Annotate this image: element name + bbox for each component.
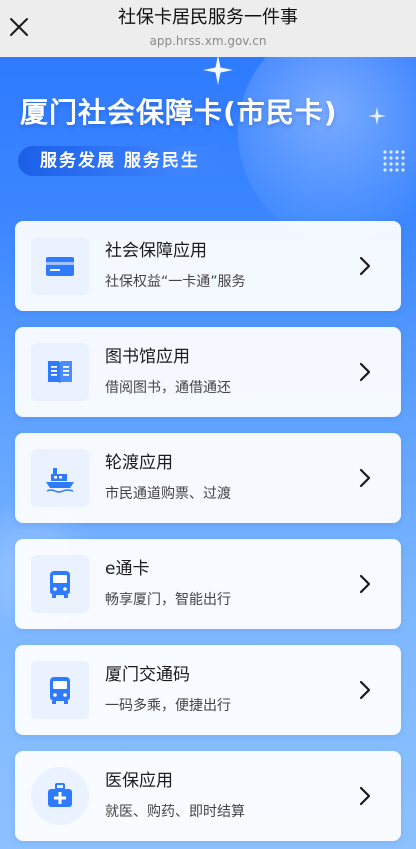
card-subtitle: 畅享厦门，智能出行 (105, 592, 231, 608)
bus-icon (50, 571, 70, 598)
card-library[interactable]: 图书馆应用 借阅图书，通借通还 (15, 327, 401, 417)
chevron-right-icon (359, 786, 371, 806)
icon-container (31, 237, 89, 295)
chevron-right-icon (359, 680, 371, 700)
card-subtitle: 就医、购药、即时结算 (105, 804, 245, 820)
icon-container (31, 767, 89, 825)
card-social-security[interactable]: 社会保障应用 社保权益“一卡通”服务 (15, 221, 401, 311)
chevron-right-icon (359, 574, 371, 594)
sparkle-icon (368, 107, 386, 125)
book-icon (48, 361, 72, 384)
top-bar: 社保卡居民服务一件事 app.hrss.xm.gov.cn (0, 0, 416, 57)
slogan-banner: 服务发展 服务民生 (18, 146, 248, 176)
card-e-tong-card[interactable]: e通卡 畅享厦门，智能出行 (15, 539, 401, 629)
card-medical-insurance[interactable]: 医保应用 就医、购药、即时结算 (15, 751, 401, 841)
card-title: 社会保障应用 (105, 241, 207, 261)
card-title: e通卡 (105, 559, 150, 579)
bank-card-icon (46, 257, 74, 276)
card-ferry[interactable]: 轮渡应用 市民通道购票、过渡 (15, 433, 401, 523)
card-title: 厦门交通码 (105, 665, 190, 685)
main-page: 厦门社会保障卡(市民卡) 服务发展 服务民生 社会保障应用 社保权益“一卡通”服… (0, 57, 416, 849)
chevron-right-icon (359, 468, 371, 488)
window-title: 社保卡居民服务一件事 (118, 7, 298, 28)
card-title: 图书馆应用 (105, 347, 190, 367)
close-icon[interactable] (8, 16, 30, 38)
card-subtitle: 借阅图书，通借通还 (105, 380, 231, 396)
card-subtitle: 市民通道购票、过渡 (105, 486, 231, 502)
chevron-right-icon (359, 362, 371, 382)
icon-container (31, 555, 89, 613)
ferry-icon (46, 468, 74, 493)
card-xiamen-transit-code[interactable]: 厦门交通码 一码多乘，便捷出行 (15, 645, 401, 735)
card-title: 轮渡应用 (105, 453, 173, 473)
card-subtitle: 一码多乘，便捷出行 (105, 698, 231, 714)
icon-container (31, 343, 89, 401)
dot-grid-icon (383, 150, 405, 172)
hero-title: 厦门社会保障卡(市民卡) (20, 96, 338, 129)
card-title: 医保应用 (105, 771, 173, 791)
sparkle-icon (203, 57, 233, 85)
bus-icon (50, 677, 70, 704)
medical-kit-icon (48, 783, 72, 807)
chevron-right-icon (359, 256, 371, 276)
icon-container (31, 449, 89, 507)
card-subtitle: 社保权益“一卡通”服务 (105, 274, 246, 290)
slogan-text: 服务发展 服务民生 (40, 151, 200, 171)
page-url: app.hrss.xm.gov.cn (149, 34, 267, 48)
icon-container (31, 661, 89, 719)
